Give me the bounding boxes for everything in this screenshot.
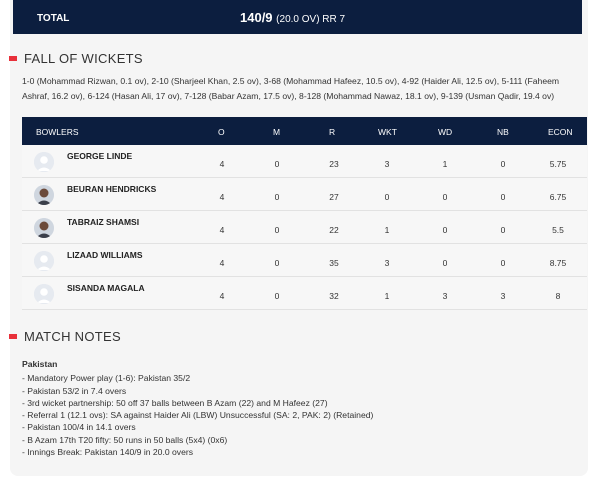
bowler-nb: 0 <box>500 225 506 235</box>
total-score: 140/9 (20.0 OV) RR 7 <box>240 10 345 25</box>
bowler-econ: 8.75 <box>549 258 567 268</box>
bowler-m: 0 <box>274 159 280 169</box>
bowler-wkt: 3 <box>384 258 390 268</box>
bowler-row: SISANDA MAGALA 4 0 32 1 3 3 8 <box>22 277 587 310</box>
bowler-nb: 0 <box>500 258 506 268</box>
col-overs: O <box>218 127 225 137</box>
match-note-item: - Pakistan 100/4 in 14.1 overs <box>22 422 136 433</box>
bowler-o: 4 <box>219 192 225 202</box>
bowler-econ: 8 <box>555 291 561 301</box>
bowler-name[interactable]: GEORGE LINDE <box>67 151 132 161</box>
match-notes-title: MATCH NOTES <box>24 329 121 344</box>
bowler-m: 0 <box>274 192 280 202</box>
bowler-name[interactable]: LIZAAD WILLIAMS <box>67 250 143 260</box>
bowler-r: 27 <box>329 192 339 202</box>
bowler-wkt: 1 <box>384 291 390 301</box>
bowler-econ: 5.5 <box>552 225 564 235</box>
match-notes-list: - Mandatory Power play (1-6): Pakistan 3… <box>22 372 582 458</box>
match-notes-team: Pakistan <box>22 359 58 369</box>
bowler-o: 4 <box>219 291 225 301</box>
bowler-wd: 0 <box>442 258 448 268</box>
total-score-value: 140/9 <box>240 10 273 25</box>
bowler-o: 4 <box>219 225 225 235</box>
bowler-row: BEURAN HENDRICKS 4 0 27 0 0 0 6.75 <box>22 178 587 211</box>
bowler-wd: 0 <box>442 192 448 202</box>
player-placeholder-icon <box>34 251 54 271</box>
match-note-item: - Innings Break: Pakistan 140/9 in 20.0 … <box>22 447 194 458</box>
total-bar: TOTAL 140/9 (20.0 OV) RR 7 <box>13 0 582 34</box>
bowler-econ: 5.75 <box>549 159 567 169</box>
bowlers-table-header: BOWLERS O M R WKT WD NB ECON <box>22 117 587 145</box>
bowler-wkt: 3 <box>384 159 390 169</box>
col-maidens: M <box>273 127 281 137</box>
bowler-nb: 3 <box>500 291 506 301</box>
col-bowlers: BOWLERS <box>36 127 79 137</box>
bowler-row: TABRAIZ SHAMSI 4 0 22 1 0 0 5.5 <box>22 211 587 244</box>
section-marker <box>9 334 17 339</box>
bowler-econ: 6.75 <box>549 192 567 202</box>
match-note-item: - 3rd wicket partnership: 50 off 37 ball… <box>22 397 328 408</box>
total-score-detail: (20.0 OV) RR 7 <box>276 14 346 25</box>
col-economy: ECON <box>548 127 573 137</box>
player-photo <box>34 218 54 238</box>
bowler-nb: 0 <box>500 192 506 202</box>
bowler-name[interactable]: TABRAIZ SHAMSI <box>67 217 139 227</box>
player-placeholder-icon <box>34 152 54 172</box>
col-wides: WD <box>438 127 453 137</box>
bowler-row: LIZAAD WILLIAMS 4 0 35 3 0 0 8.75 <box>22 244 587 277</box>
match-notes: Pakistan - Mandatory Power play (1-6): P… <box>22 358 582 458</box>
bowler-name[interactable]: BEURAN HENDRICKS <box>67 184 156 194</box>
bowler-row: GEORGE LINDE 4 0 23 3 1 0 5.75 <box>22 145 587 178</box>
col-no-balls: NB <box>497 127 509 137</box>
bowler-wd: 1 <box>442 159 448 169</box>
bowler-wkt: 1 <box>384 225 390 235</box>
bowler-r: 35 <box>329 258 339 268</box>
bowler-name[interactable]: SISANDA MAGALA <box>67 283 145 293</box>
player-placeholder-icon <box>34 284 54 304</box>
bowler-m: 0 <box>274 225 280 235</box>
match-note-item: - Mandatory Power play (1-6): Pakistan 3… <box>22 373 191 384</box>
bowler-o: 4 <box>219 258 225 268</box>
col-wickets: WKT <box>378 127 397 137</box>
match-note-item: - B Azam 17th T20 fifty: 50 runs in 50 b… <box>22 434 228 445</box>
match-note-item: - Referral 1 (12.1 ovs): SA against Haid… <box>22 410 374 421</box>
bowler-nb: 0 <box>500 159 506 169</box>
bowler-wd: 0 <box>442 225 448 235</box>
col-runs: R <box>329 127 336 137</box>
fall-of-wickets-text: 1-0 (Mohammad Rizwan, 0.1 ov), 2-10 (Sha… <box>22 76 560 101</box>
fall-of-wickets-title: FALL OF WICKETS <box>24 51 143 66</box>
bowler-m: 0 <box>274 291 280 301</box>
section-marker <box>9 56 17 61</box>
bowler-r: 32 <box>329 291 339 301</box>
fall-of-wickets-heading: FALL OF WICKETS <box>9 51 143 66</box>
match-notes-heading: MATCH NOTES <box>9 329 121 344</box>
bowler-o: 4 <box>219 159 225 169</box>
bowler-wkt: 0 <box>384 192 390 202</box>
player-photo <box>34 185 54 205</box>
total-label: TOTAL <box>37 13 70 24</box>
bowler-wd: 3 <box>442 291 448 301</box>
bowler-m: 0 <box>274 258 280 268</box>
bowler-r: 22 <box>329 225 339 235</box>
bowler-r: 23 <box>329 159 339 169</box>
match-note-item: - Pakistan 53/2 in 7.4 overs <box>22 385 127 396</box>
